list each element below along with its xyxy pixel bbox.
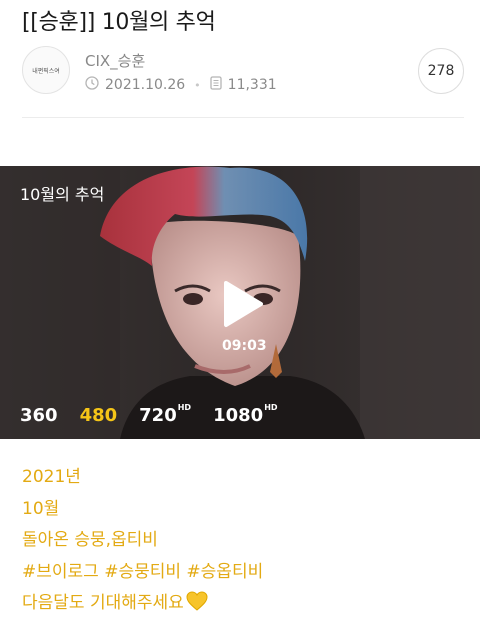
post-date: 2021.10.26: [105, 77, 186, 93]
comment-count-button[interactable]: 278: [418, 48, 464, 94]
divider: [22, 117, 464, 118]
hd-badge: HD: [264, 403, 278, 412]
quality-360[interactable]: 360: [20, 405, 58, 426]
video-duration: 09:03: [222, 338, 267, 354]
clock-icon: [85, 76, 99, 94]
hashtag-line[interactable]: #브이로그 #승뭉티비 #승옵티비: [22, 557, 263, 589]
post-body: 2021년 10월 돌아온 승뭉,옵티비 #브이로그 #승뭉티비 #승옵티비 다…: [22, 462, 263, 623]
document-icon: [210, 76, 222, 94]
body-line: 10월: [22, 498, 60, 519]
post-title: [[승훈]] 10월의 추억: [22, 10, 216, 35]
play-icon: [224, 281, 263, 327]
quality-selector: 360 480 720HD 1080HD: [20, 403, 300, 426]
hd-badge: HD: [177, 403, 192, 412]
body-line: 돌아온 승뭉,옵티비: [22, 530, 158, 550]
quality-480[interactable]: 480: [80, 405, 118, 426]
view-count: 11,331: [227, 77, 277, 93]
author-row: 내편픽스여 CIX_승훈 2021.10.26 • 11,331 278: [22, 46, 464, 100]
body-line-with-emoji: 다음달도 기대해주세요: [22, 588, 263, 623]
quality-720[interactable]: 720HD: [139, 403, 192, 426]
avatar[interactable]: 내편픽스여: [22, 46, 70, 94]
yellow-heart-icon: [186, 591, 208, 623]
video-overlay-title: 10월의 추억: [20, 185, 105, 204]
author-name[interactable]: CIX_승훈: [85, 50, 145, 71]
body-line: 2021년: [22, 467, 81, 487]
video-player[interactable]: 10월의 추억 09:03 360 480 720HD 1080HD: [0, 166, 480, 439]
meta-separator: •: [194, 78, 201, 92]
quality-1080[interactable]: 1080HD: [213, 403, 278, 426]
avatar-text: 내편픽스여: [32, 67, 60, 75]
post-meta: 2021.10.26 • 11,331: [85, 76, 277, 94]
play-button[interactable]: [222, 280, 264, 328]
